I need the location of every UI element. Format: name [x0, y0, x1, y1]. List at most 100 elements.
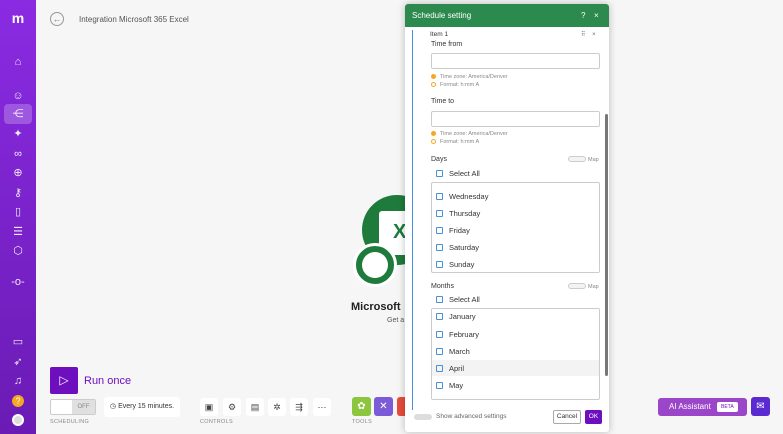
month-option[interactable]: May [436, 381, 463, 390]
warning-dot-icon [431, 74, 436, 79]
module-subtitle: Get a [387, 317, 405, 324]
page-title: Integration Microsoft 365 Excel [79, 15, 189, 24]
time-to-label: Time to [431, 98, 455, 105]
save-icon[interactable]: ▣ [200, 398, 218, 416]
make-logo-icon[interactable]: m [9, 10, 27, 26]
schedule-text: Every 15 minutes. [118, 403, 175, 410]
advanced-settings-toggle[interactable] [414, 414, 432, 420]
days-select-all[interactable]: Select All [436, 169, 480, 178]
checkbox[interactable] [436, 193, 443, 200]
checkbox[interactable] [436, 227, 443, 234]
keys-icon[interactable]: ⚷ [11, 186, 25, 200]
time-to-format: Format: h:mm A [431, 139, 479, 145]
time-from-input[interactable] [431, 53, 600, 69]
cancel-button[interactable]: Cancel [553, 410, 581, 424]
back-icon[interactable]: ← [50, 12, 64, 26]
time-from-label: Time from [431, 41, 463, 48]
tools-flow-icon[interactable]: ✕ [374, 397, 393, 416]
close-icon[interactable]: × [594, 4, 599, 27]
checkbox[interactable] [436, 296, 443, 303]
bell-icon[interactable]: ♫ [11, 374, 25, 388]
ai-assistant-button[interactable]: AI Assistant BETA [658, 398, 747, 416]
day-option[interactable]: Friday [436, 226, 470, 235]
month-option[interactable]: April [436, 364, 464, 373]
months-label: Months [431, 283, 454, 290]
team-icon[interactable]: ☺ [11, 89, 25, 103]
clock-icon[interactable] [353, 243, 397, 287]
checkbox[interactable] [436, 365, 443, 372]
advanced-settings-label[interactable]: Show advanced settings [436, 413, 506, 420]
months-map-toggle[interactable]: Map [568, 283, 599, 290]
day-option[interactable]: Saturday [436, 243, 479, 252]
magic-wand-icon[interactable]: ✲ [268, 398, 286, 416]
datastores-icon[interactable]: ☰ [11, 225, 25, 239]
dialog-header: Schedule setting ? × [405, 4, 609, 27]
checkbox[interactable] [436, 382, 443, 389]
scrollbar[interactable] [605, 114, 608, 376]
more-icon[interactable]: ⋯ [313, 398, 331, 416]
tools-text-icon[interactable] [397, 397, 405, 416]
flow-control-icon[interactable]: ⇶ [290, 398, 308, 416]
remove-item-icon[interactable]: × [592, 32, 596, 38]
module-name: Microsoft [351, 301, 401, 313]
map-switch[interactable] [568, 283, 586, 289]
checkbox[interactable] [436, 244, 443, 251]
run-once-button[interactable]: ▷ [50, 367, 78, 394]
info-dot-icon [431, 82, 436, 87]
help-icon[interactable]: ? [12, 395, 24, 407]
month-option[interactable]: January [436, 312, 476, 321]
day-option[interactable]: Wednesday [436, 192, 488, 201]
days-label: Days [431, 156, 447, 163]
devices-icon[interactable]: ▯ [11, 205, 25, 219]
scheduling-label: SCHEDULING [50, 419, 90, 425]
months-select-all[interactable]: Select All [436, 295, 480, 304]
connections-icon[interactable]: ∞ [11, 147, 25, 161]
puzzle-icon[interactable]: ✦ [11, 127, 25, 141]
day-option[interactable]: Sunday [436, 260, 474, 269]
time-from-format: Format: h:mm A [431, 82, 479, 88]
controls-label: CONTROLS [200, 419, 233, 425]
datastructures-icon[interactable]: ⬡ [11, 244, 25, 258]
month-option[interactable]: March [436, 347, 470, 356]
dialog-title: Schedule setting [412, 11, 472, 20]
month-option[interactable]: February [436, 330, 479, 339]
home-icon[interactable]: ⌂ [11, 55, 25, 69]
days-map-toggle[interactable]: Map [568, 156, 599, 163]
schedule-setting-dialog: Schedule setting ? × Item 1 ⠿ × Time fro… [405, 4, 609, 432]
settings-icon[interactable]: ⚙ [223, 398, 241, 416]
tools-gear-icon[interactable]: ✿ [352, 397, 371, 416]
docs-icon[interactable]: ▭ [11, 335, 25, 349]
ai-assistant-label: AI Assistant [669, 402, 711, 411]
checkbox[interactable] [436, 331, 443, 338]
info-dot-icon [431, 139, 436, 144]
checkbox[interactable] [436, 210, 443, 217]
map-switch[interactable] [568, 156, 586, 162]
time-to-input[interactable] [431, 111, 600, 127]
schedule-chip[interactable]: ◷ Every 15 minutes. [104, 397, 180, 417]
time-from-timezone: Time zone: America/Denver [431, 74, 508, 80]
drag-handle-icon[interactable]: ⠿ [581, 32, 585, 38]
webhooks-icon[interactable]: ⊕ [11, 166, 25, 180]
checkbox[interactable] [436, 170, 443, 177]
rocket-icon[interactable]: ➶ [11, 355, 25, 369]
warning-dot-icon [431, 131, 436, 136]
flow-icon[interactable]: -o- [11, 275, 25, 289]
checkbox[interactable] [436, 261, 443, 268]
avatar[interactable] [12, 414, 24, 426]
chat-icon[interactable]: ✉ [751, 397, 770, 416]
checkbox[interactable] [436, 348, 443, 355]
ok-button[interactable]: OK [585, 410, 602, 424]
item-actions: ⠿ × [581, 31, 596, 38]
clock-small-icon: ◷ [110, 403, 119, 410]
scenarios-icon[interactable]: ⋲ [4, 104, 32, 124]
item-guide-line [412, 30, 413, 410]
notes-icon[interactable]: ▤ [246, 398, 264, 416]
checkbox[interactable] [436, 313, 443, 320]
help-icon[interactable]: ? [581, 4, 585, 27]
day-option[interactable]: Thursday [436, 209, 480, 218]
scheduling-toggle[interactable]: OFF [50, 399, 96, 415]
item-title: Item 1 [430, 31, 449, 38]
tools-label: TOOLS [352, 419, 373, 425]
run-once-label[interactable]: Run once [84, 375, 131, 387]
scheduling-toggle-state: OFF [72, 400, 95, 414]
